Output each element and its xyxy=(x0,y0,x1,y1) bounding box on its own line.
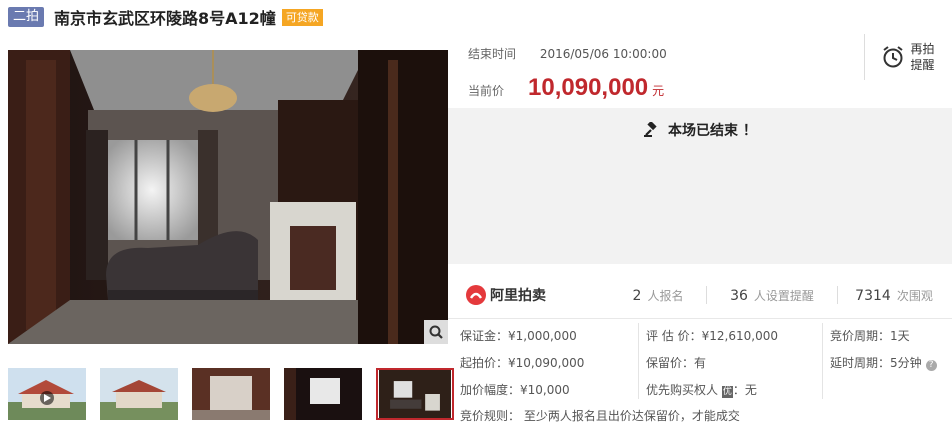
zoom-icon xyxy=(429,325,443,339)
remind-line-1: 再拍 xyxy=(910,42,935,56)
relist-reminder-button[interactable]: 再拍 提醒 xyxy=(864,34,952,80)
thumbnail-5[interactable] xyxy=(376,368,454,420)
current-price: 10,090,000 xyxy=(528,74,649,101)
end-time-row: 结束时间 2016/05/06 10:00:00 xyxy=(468,45,667,62)
currency-unit: 元 xyxy=(652,84,665,98)
ali-auction-logo-icon xyxy=(466,285,486,305)
reminders-stat: 36 人设置提醒 xyxy=(723,287,821,304)
room-photo-image xyxy=(8,50,448,344)
alarm-clock-icon xyxy=(883,46,904,68)
bid-cycle: 竞价周期：1天 xyxy=(830,329,910,343)
thumbnail-interior-sofa xyxy=(379,370,451,418)
divider xyxy=(706,286,707,304)
end-time-label: 结束时间 xyxy=(468,47,517,61)
delay-cycle-row: 延时周期：5分钟? xyxy=(830,354,937,371)
auction-ended-box: 本场已结束 ！ xyxy=(448,108,952,264)
gavel-icon xyxy=(644,120,657,137)
bid-increment: 加价幅度：¥10,000 xyxy=(460,383,570,397)
ended-text: 本场已结束 ！ xyxy=(668,123,757,139)
thumbnail-interior-hall xyxy=(192,368,270,420)
divider xyxy=(822,323,823,399)
priority-buyer: 优先购买权人 优：无 xyxy=(646,381,757,398)
main-photo[interactable] xyxy=(8,50,448,344)
reminders-label: 人设置提醒 xyxy=(753,288,814,303)
signups-label: 人报名 xyxy=(647,288,684,303)
page-title: 南京市玄武区环陵路8号A12幢 xyxy=(54,9,276,28)
thumbnail-1[interactable] xyxy=(8,368,86,420)
views-count: 7314 xyxy=(855,287,891,304)
thumbnail-strip xyxy=(8,368,468,420)
signups-stat: 2 人报名 xyxy=(626,287,690,304)
help-icon[interactable]: ? xyxy=(925,360,937,371)
deposit: 保证金：¥1,000,000 xyxy=(460,329,577,343)
views-label: 次围观 xyxy=(896,288,933,303)
thumbnail-4[interactable] xyxy=(284,368,362,420)
price-row: 当前价 10,090,000 元 xyxy=(468,74,664,102)
price-label: 当前价 xyxy=(468,84,505,98)
title-bar: 二拍 南京市玄武区环陵路8号A12幢 可贷款 xyxy=(8,6,323,28)
thumbnail-exterior xyxy=(100,368,178,420)
divider xyxy=(837,286,838,304)
loan-badge[interactable]: 可贷款 xyxy=(281,8,323,26)
thumbnail-2[interactable] xyxy=(100,368,178,420)
auction-info-grid: 保证金：¥1,000,000 起拍价：¥10,090,000 加价幅度：¥10,… xyxy=(448,318,952,424)
delay-cycle: 延时周期：5分钟 xyxy=(830,356,922,370)
priority-info-icon[interactable]: 优 xyxy=(721,386,733,398)
round-badge: 二拍 xyxy=(8,7,45,27)
start-price: 起拍价：¥10,090,000 xyxy=(460,356,585,370)
valuation: 评 估 价：¥12,610,000 xyxy=(646,329,778,343)
reserve-price: 保留价：有 xyxy=(646,356,707,370)
bid-rules: 竞价规则： 至少两人报名且出价达保留价，才能成交 xyxy=(460,409,740,423)
brand-name: 阿里拍卖 xyxy=(490,288,546,304)
thumbnail-3[interactable] xyxy=(192,368,270,420)
reminders-count: 36 xyxy=(730,287,748,304)
signups-count: 2 xyxy=(632,287,642,304)
divider xyxy=(638,323,639,399)
thumbnail-interior-window xyxy=(284,368,362,420)
auction-ended-message: 本场已结束 ！ xyxy=(448,120,952,140)
ali-auction-logo[interactable]: 阿里拍卖 xyxy=(466,285,626,305)
end-time-value: 2016/05/06 10:00:00 xyxy=(539,47,667,61)
priority-buyer-label: 优先购买权人 xyxy=(646,383,719,397)
relist-reminder-label: 再拍 提醒 xyxy=(910,41,934,73)
views-stat: 7314 次围观 xyxy=(854,287,934,304)
remind-line-2: 提醒 xyxy=(910,58,935,72)
thumbnail-exterior-video xyxy=(8,368,86,420)
zoom-button[interactable] xyxy=(424,320,448,344)
priority-buyer-value: ：无 xyxy=(732,383,757,397)
stats-row: 阿里拍卖 2 人报名 36 人设置提醒 7314 次围观 xyxy=(448,272,952,318)
